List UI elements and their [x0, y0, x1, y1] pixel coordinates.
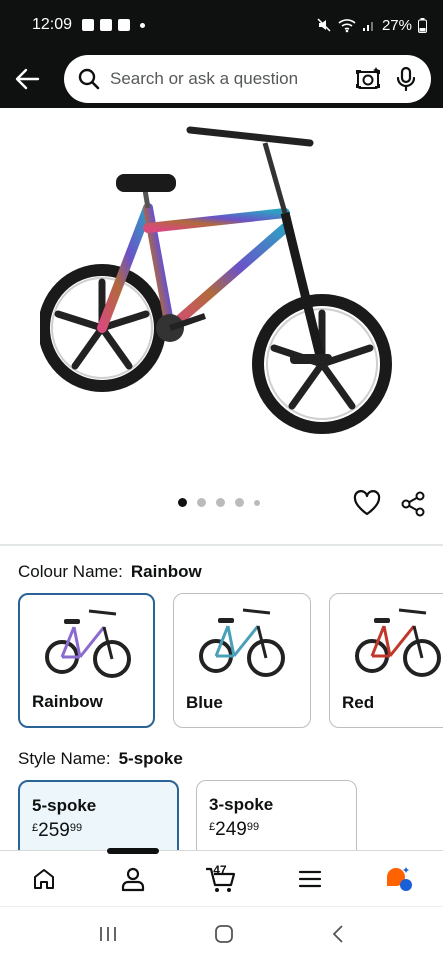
- nav-cart[interactable]: 47: [177, 851, 266, 907]
- search-header: [0, 50, 443, 108]
- wishlist-heart-icon[interactable]: [353, 490, 381, 516]
- style-name-label: Style Name: 5-spoke: [18, 749, 183, 769]
- home-circle-icon[interactable]: [214, 924, 234, 944]
- colour-option-red[interactable]: Red: [329, 593, 443, 728]
- status-bar: 12:09 27%: [0, 0, 443, 50]
- signal-icon: [362, 22, 373, 31]
- carousel-page-indicator: [178, 498, 260, 507]
- bike-thumbnail-red: [355, 608, 441, 677]
- style-option-price: £24999: [209, 819, 344, 841]
- style-option-price: £25999: [32, 820, 165, 842]
- product-image-carousel[interactable]: [0, 108, 443, 544]
- person-icon: [121, 867, 144, 891]
- search-input[interactable]: [110, 69, 349, 89]
- search-icon: [78, 68, 100, 90]
- nav-home[interactable]: [0, 851, 89, 907]
- price-fraction: 99: [246, 821, 260, 833]
- status-left: 12:09: [32, 16, 146, 34]
- carousel-dot[interactable]: [216, 498, 225, 507]
- back-arrow-icon: [15, 68, 40, 90]
- colour-option-label: Red: [342, 693, 375, 712]
- cart-count-badge: 47: [213, 862, 227, 877]
- recent-apps-icon[interactable]: [98, 925, 118, 943]
- colour-option-rainbow[interactable]: Rainbow: [18, 593, 155, 728]
- more-notifications-icon: [140, 22, 146, 28]
- back-button[interactable]: [12, 64, 42, 94]
- style-option-label: 5-spoke: [32, 796, 97, 815]
- bottom-navigation: 47: [0, 850, 443, 906]
- price-currency: £: [209, 821, 216, 833]
- status-right: 27%: [316, 17, 427, 34]
- camera-lens-icon[interactable]: [355, 66, 381, 92]
- mute-icon: [317, 18, 331, 32]
- app-notification-icon: [100, 19, 113, 31]
- calendar-notification-icon: [118, 19, 131, 31]
- share-icon[interactable]: [399, 490, 427, 518]
- style-option-label: 3-spoke: [209, 795, 274, 814]
- price-whole: 249: [215, 819, 247, 840]
- style-selected-value: 5-spoke: [118, 749, 183, 768]
- colour-label-text: Colour Name:: [18, 562, 123, 581]
- wifi-icon: [338, 19, 356, 33]
- carousel-dot[interactable]: [197, 498, 206, 507]
- price-fraction: 99: [69, 822, 83, 834]
- section-divider: [0, 544, 443, 546]
- status-time: 12:09: [32, 16, 73, 33]
- bike-thumbnail-rainbow: [45, 609, 131, 678]
- home-icon: [34, 868, 55, 889]
- battery-icon: [418, 17, 427, 33]
- colour-option-blue[interactable]: Blue: [173, 593, 311, 728]
- carousel-dot[interactable]: [235, 498, 244, 507]
- gallery-notification-icon: [82, 19, 95, 31]
- colour-selected-value: Rainbow: [130, 562, 202, 581]
- price-whole: 259: [38, 820, 70, 841]
- battery-percent: 27%: [381, 16, 412, 34]
- price-currency: £: [32, 822, 39, 834]
- hamburger-menu-icon: [298, 870, 322, 887]
- microphone-icon[interactable]: [395, 66, 417, 92]
- back-chevron-icon[interactable]: [331, 924, 345, 944]
- system-navigation-bar: [0, 906, 443, 960]
- carousel-dot[interactable]: [178, 498, 187, 507]
- nav-rufus-assistant[interactable]: [354, 851, 443, 907]
- rufus-assistant-icon: [386, 866, 412, 891]
- nav-menu[interactable]: [266, 851, 355, 907]
- sheet-drag-handle[interactable]: [107, 848, 159, 854]
- nav-account[interactable]: [89, 851, 178, 907]
- colour-option-label: Blue: [186, 693, 223, 712]
- search-bar[interactable]: [64, 55, 431, 103]
- carousel-dot[interactable]: [254, 499, 260, 506]
- style-label-text: Style Name:: [18, 749, 111, 768]
- colour-name-label: Colour Name: Rainbow: [18, 562, 202, 582]
- product-image-bmx-bike: [40, 126, 392, 434]
- bike-thumbnail-blue: [199, 608, 285, 677]
- colour-option-label: Rainbow: [32, 692, 103, 711]
- style-option-3-spoke[interactable]: 3-spoke £24999: [196, 780, 357, 860]
